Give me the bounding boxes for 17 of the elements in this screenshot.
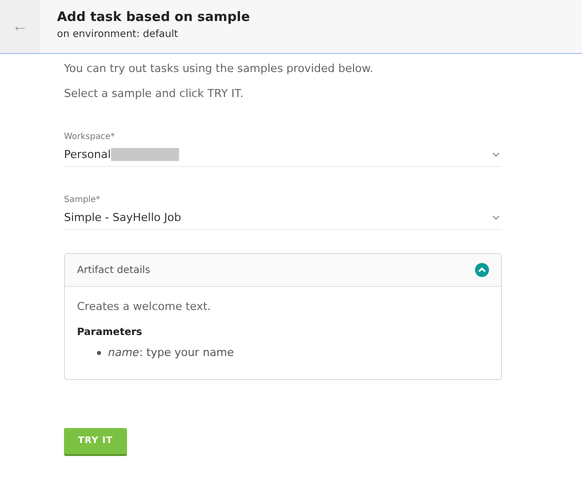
- intro-text: You can try out tasks using the samples provided below.: [64, 62, 374, 75]
- page-subtitle: on environment: default: [57, 29, 180, 40]
- field-label: Workspace*: [64, 132, 116, 142]
- parameter-text: name: type your name: [108, 346, 234, 359]
- redaction-block: [110, 148, 179, 160]
- select-field[interactable]: Personal: [64, 142, 502, 167]
- chevron-down-icon: [492, 152, 500, 156]
- intro-text: Select a sample and click TRY IT.: [64, 87, 244, 100]
- collapse-toggle-icon[interactable]: [475, 263, 489, 277]
- chevron-down-icon: [492, 214, 500, 220]
- select-field[interactable]: Simple - SayHello Job: [64, 205, 502, 230]
- card-title: Artifact details: [77, 264, 150, 276]
- page-title: Add task based on sample: [57, 10, 250, 25]
- description-text: Creates a welcome text.: [77, 300, 212, 313]
- bullet-icon: [97, 350, 101, 354]
- parameters-heading: Parameters: [77, 327, 144, 338]
- field-label: Sample*: [64, 195, 102, 205]
